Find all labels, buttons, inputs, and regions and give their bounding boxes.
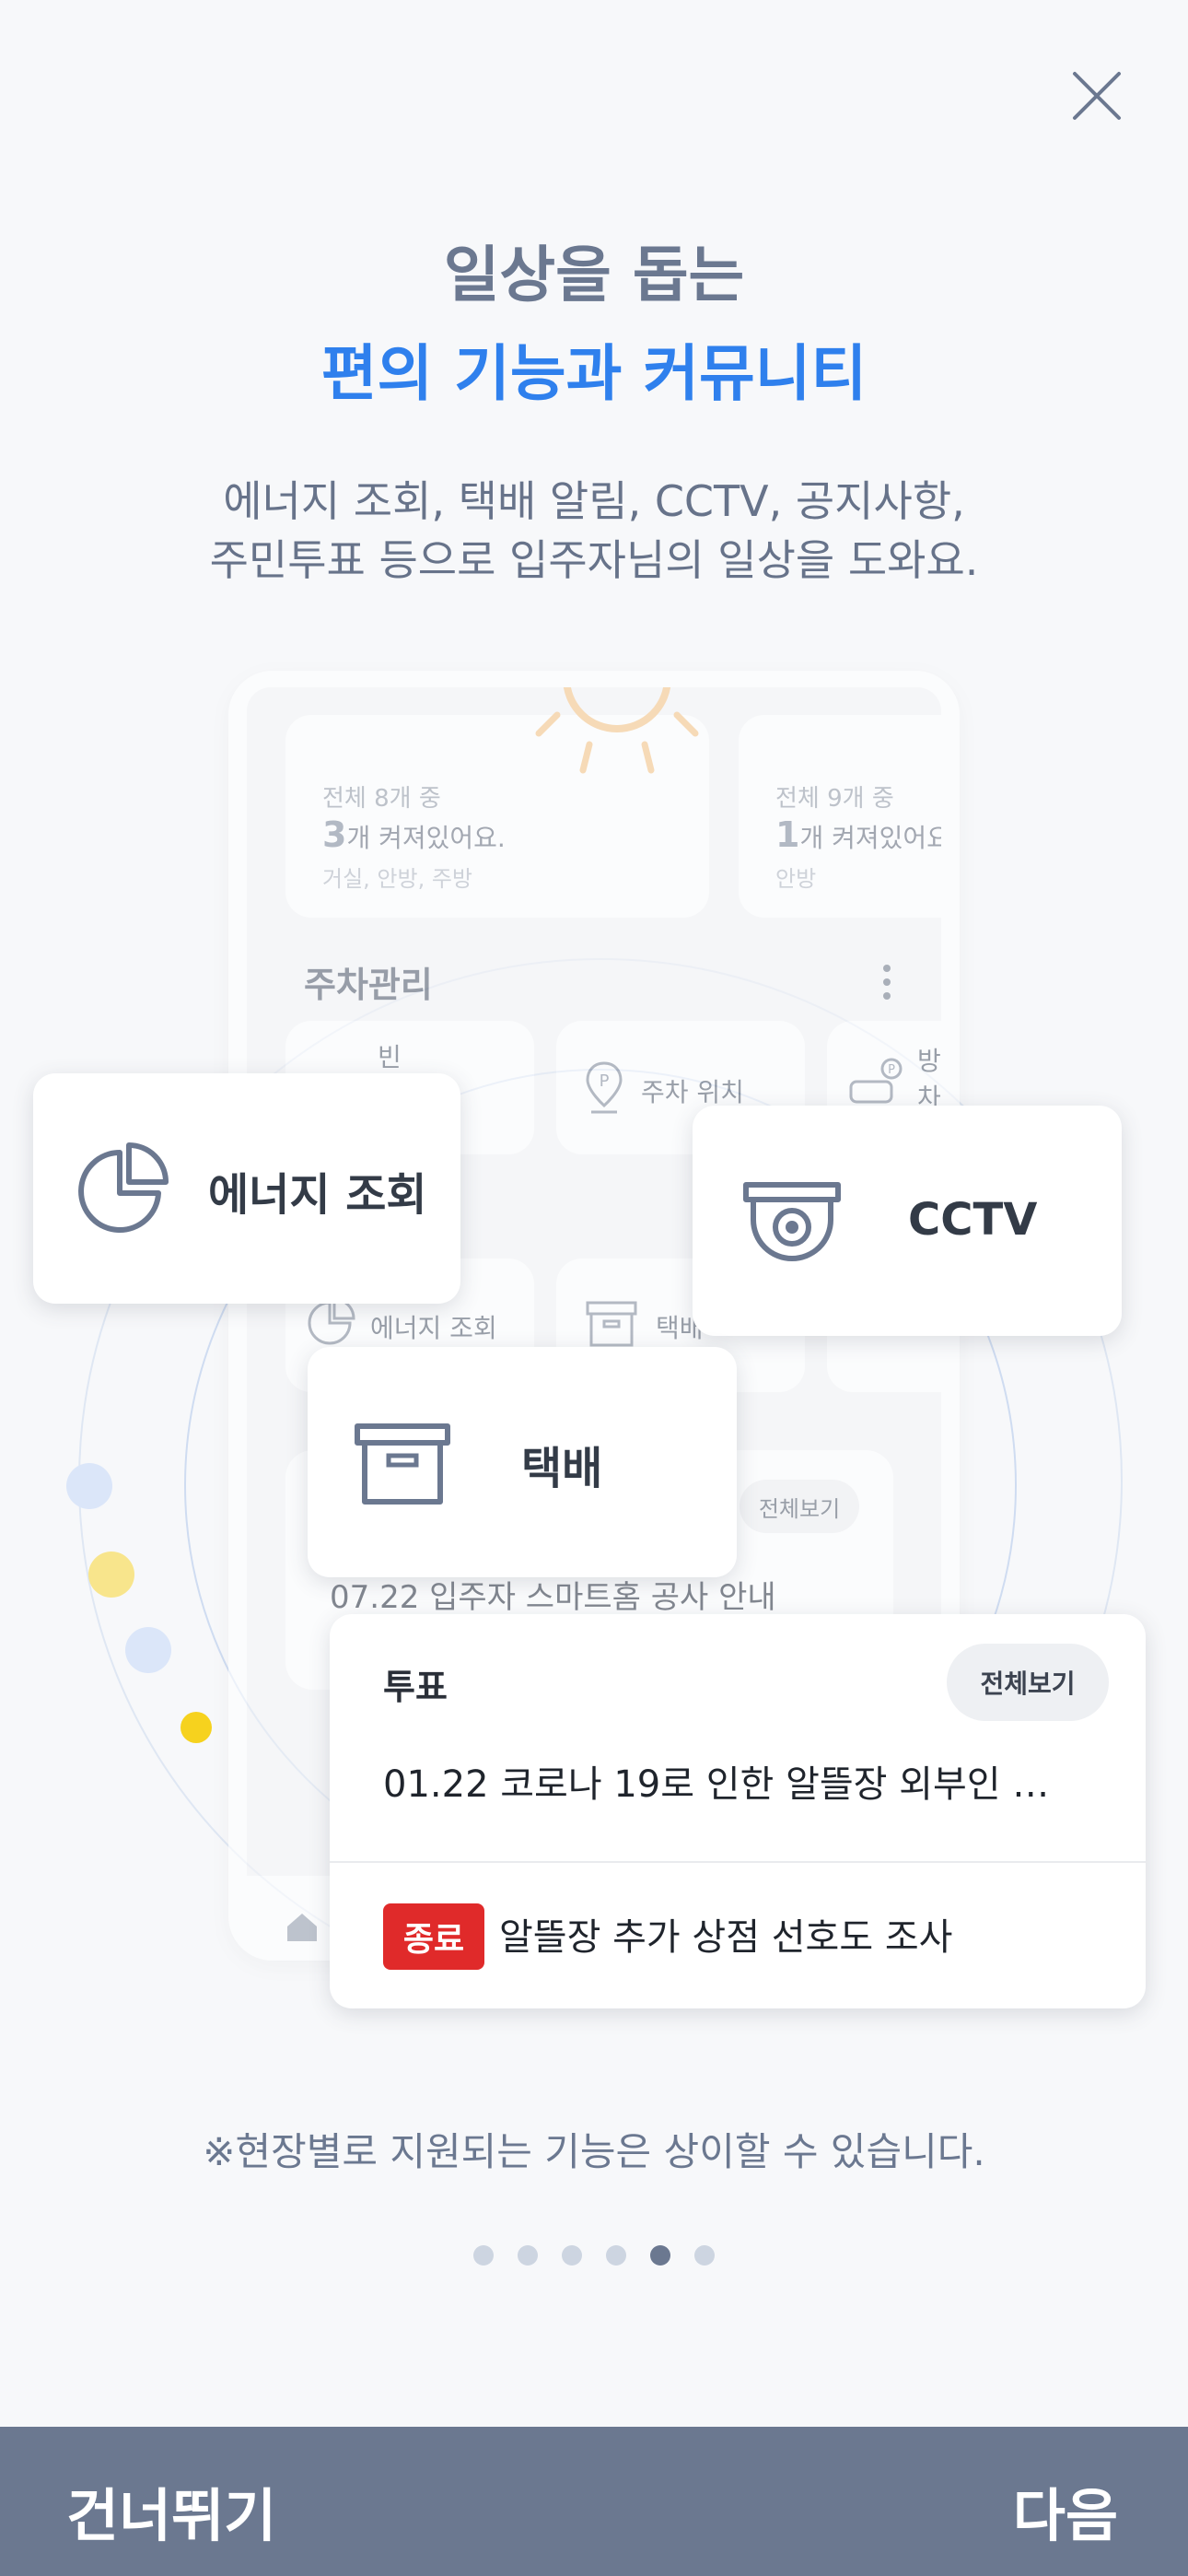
more-icon xyxy=(883,965,891,1000)
close-icon xyxy=(1073,72,1121,120)
notice-line: 07.22 입주자 스마트홈 공사 안내 xyxy=(330,1579,776,1616)
cctv-feature-card: CCTV xyxy=(693,1106,1122,1336)
decorative-dot xyxy=(88,1551,134,1598)
page-dot xyxy=(694,2245,715,2266)
bottom-action-bar: 건너뛰기 다음 xyxy=(0,2427,1188,2576)
svg-text:P: P xyxy=(888,1063,895,1077)
subtitle-line1: 에너지 조회, 택배 알림, CCTV, 공지사항, xyxy=(223,476,965,526)
parking-section-title: 주차관리 xyxy=(304,965,433,1005)
notice-view-all: 전체보기 xyxy=(740,1480,859,1533)
light-rooms: 거실, 안방, 주방 xyxy=(322,866,472,892)
status-badge: 종료 xyxy=(383,1903,484,1970)
title-accent: 편의 기능과 xyxy=(320,338,623,409)
vote-title: 투표 xyxy=(383,1667,448,1707)
light-count: 전체 9개 중 xyxy=(775,785,894,813)
light-status: 1개 켜져있어요. xyxy=(775,814,941,855)
car-icon: P xyxy=(849,1058,903,1104)
page-title-line1: 일상을 돕는 xyxy=(443,240,745,310)
page-dot xyxy=(518,2245,538,2266)
energy-feature-card: 에너지 조회 xyxy=(33,1073,460,1304)
page-dot xyxy=(606,2245,626,2266)
subtitle-line2: 주민투표 등으로 입주자님의 일상을 도와요. xyxy=(209,535,979,585)
cctv-label: CCTV xyxy=(908,1194,1038,1246)
vote-notice-line: 01.22 코로나 19로 인한 알뜰장 외부인 … xyxy=(383,1763,1050,1806)
svg-text:P: P xyxy=(600,1071,610,1091)
page-dot-active xyxy=(650,2245,670,2266)
location-pin-icon: P xyxy=(586,1061,623,1114)
page-dot xyxy=(562,2245,582,2266)
light-card-2: 전체 9개 중 1개 켜져있어요. 안방 xyxy=(739,715,941,918)
page-subtitle: 에너지 조회, 택배 알림, CCTV, 공지사항, 주민투표 등으로 입주자님… xyxy=(0,472,1188,590)
energy-label: 에너지 조회 xyxy=(208,1169,427,1221)
pie-chart-icon xyxy=(78,1142,169,1233)
cctv-camera-icon xyxy=(743,1182,841,1261)
close-button[interactable] xyxy=(1064,63,1130,129)
page-title-line2: 편의 기능과 커뮤니티 xyxy=(0,324,1188,413)
divider xyxy=(330,1861,1146,1863)
home-icon xyxy=(287,1914,317,1941)
vote-item-title: 알뜰장 추가 상점 선호도 조사 xyxy=(499,1916,953,1959)
light-card-1: 전체 8개 중 3개 켜져있어요. 거실, 안방, 주방 xyxy=(285,687,709,918)
page-indicator xyxy=(0,2245,1188,2266)
sun-icon xyxy=(535,687,699,774)
vote-view-all-button[interactable]: 전체보기 xyxy=(947,1644,1109,1721)
next-button[interactable]: 다음 xyxy=(1013,2469,1118,2552)
decorative-dot xyxy=(181,1712,212,1743)
decorative-dot xyxy=(125,1627,171,1673)
skip-button[interactable]: 건너뛰기 xyxy=(66,2469,276,2552)
footnote: ※현장별로 지원되는 기능은 상이할 수 있습니다. xyxy=(203,2129,985,2174)
light-count: 전체 8개 중 xyxy=(322,785,441,813)
light-rooms: 안방 xyxy=(775,866,817,892)
page-dot xyxy=(473,2245,494,2266)
light-status: 3개 켜져있어요. xyxy=(322,814,506,855)
title-rest: 커뮤니티 xyxy=(643,338,868,409)
box-icon xyxy=(586,1301,637,1347)
box-icon xyxy=(355,1423,450,1505)
vote-card: 투표 전체보기 01.22 코로나 19로 인한 알뜰장 외부인 … 종료 알뜰… xyxy=(330,1614,1146,2008)
decorative-dot xyxy=(66,1463,112,1509)
parcel-label: 택배 xyxy=(521,1443,603,1494)
parcel-feature-card: 택배 xyxy=(308,1347,737,1577)
pie-chart-icon xyxy=(308,1297,355,1345)
